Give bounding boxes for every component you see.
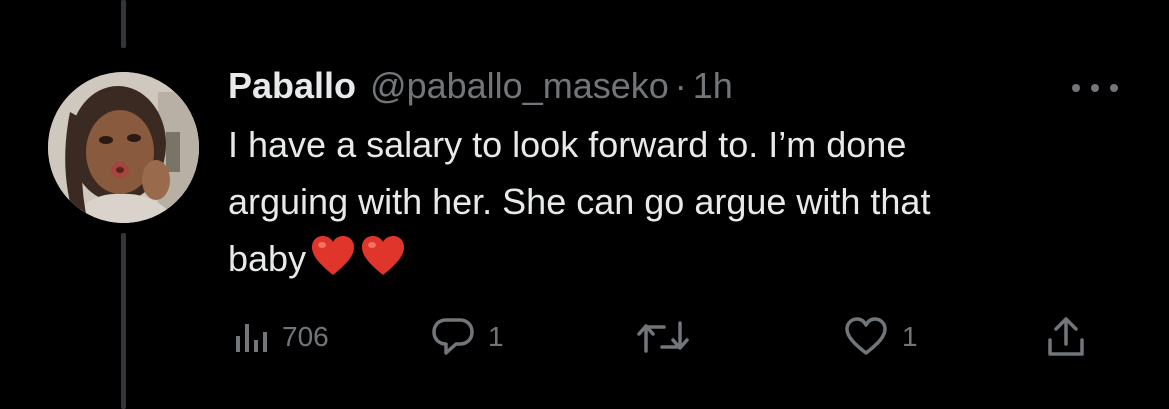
- reply-button[interactable]: 1: [432, 310, 504, 364]
- share-upload-icon: [1046, 316, 1086, 358]
- more-dots-icon[interactable]: [1072, 82, 1118, 94]
- retweet-button[interactable]: [636, 310, 704, 364]
- speech-bubble-icon: [432, 317, 474, 357]
- share-button[interactable]: [1046, 310, 1086, 364]
- tweet-text-line-2: arguing with her. She can go argue with …: [228, 181, 931, 222]
- user-handle[interactable]: @paballo_maseko: [370, 65, 669, 107]
- retweet-arrows-icon: [636, 319, 690, 355]
- red-heart-icon: [310, 235, 356, 293]
- like-button[interactable]: 1: [844, 310, 918, 364]
- heart-outline-icon: [844, 317, 888, 357]
- display-name[interactable]: Paballo: [228, 65, 356, 107]
- separator-dot: ·: [674, 65, 687, 106]
- tweet-text: I have a salary to look forward to. I’m …: [228, 116, 1128, 293]
- tweet-text-line-3: baby: [228, 230, 1128, 293]
- tweet-actions: 706 1 1: [0, 310, 1169, 364]
- tweet-text-line-1: I have a salary to look forward to. I’m …: [228, 124, 907, 165]
- timestamp[interactable]: 1h: [693, 65, 733, 107]
- reply-count: 1: [488, 321, 504, 352]
- tweet-text-line-3-text: baby: [228, 238, 307, 279]
- tweet-header: Paballo @paballo_maseko · 1h: [228, 64, 733, 108]
- avatar-image: [48, 72, 199, 223]
- red-heart-icon: [360, 235, 406, 293]
- like-count: 1: [902, 321, 918, 352]
- views-count: 706: [282, 321, 329, 352]
- views-button[interactable]: 706: [234, 310, 329, 364]
- thread-line-top: [121, 0, 126, 48]
- avatar[interactable]: [48, 72, 199, 223]
- bar-chart-icon: [234, 320, 268, 354]
